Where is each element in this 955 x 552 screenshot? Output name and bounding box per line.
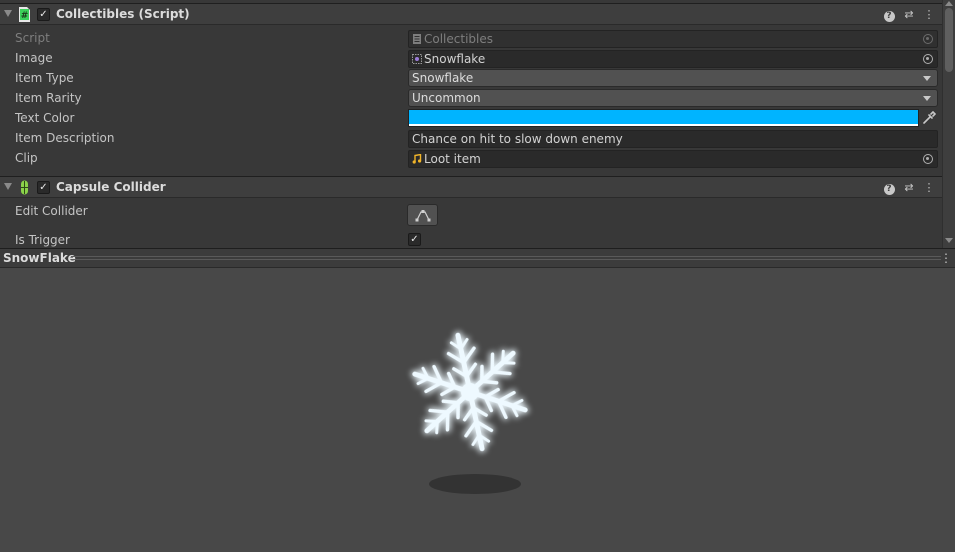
inspector-panel: # ✓ Collectibles (Script) ? ⇄ ⋮ Script C… [0, 0, 955, 248]
item-type-dropdown[interactable]: Snowflake [408, 69, 938, 87]
preset-icon[interactable]: ⇄ [902, 8, 916, 22]
object-picker-icon[interactable] [923, 154, 933, 164]
image-value: Snowflake [424, 52, 486, 66]
scroll-up-icon[interactable] [945, 1, 953, 6]
clip-value: Loot item [424, 152, 481, 166]
text-color-swatch[interactable] [408, 109, 919, 127]
image-label: Image [15, 51, 53, 65]
menu-dots-icon[interactable]: ⋮ [922, 8, 936, 22]
clip-label: Clip [15, 151, 38, 165]
capsule-collider-icon [21, 180, 28, 195]
edit-collider-button[interactable] [407, 204, 438, 226]
script-field: Collectibles [408, 30, 938, 48]
clip-field[interactable]: Loot item [408, 150, 938, 168]
preview-title: SnowFlake [3, 251, 76, 265]
object-picker-icon[interactable] [923, 54, 933, 64]
svg-text:#: # [21, 11, 29, 21]
fold-arrow-icon[interactable] [4, 10, 12, 17]
capsule-collider-title: Capsule Collider [56, 180, 166, 194]
capsule-collider-component-header[interactable]: ✓ Capsule Collider ? ⇄ ⋮ [0, 176, 942, 198]
capsule-collider-enabled-checkbox[interactable]: ✓ [37, 181, 50, 194]
item-type-label: Item Type [15, 71, 74, 85]
script-value: Collectibles [424, 32, 493, 46]
fold-arrow-icon[interactable] [4, 183, 12, 190]
edit-collider-icon [415, 210, 431, 222]
checkmark-icon: ✓ [39, 182, 48, 193]
item-rarity-dropdown[interactable]: Uncommon [408, 89, 938, 107]
item-description-label: Item Description [15, 131, 115, 145]
script-file-icon [413, 34, 421, 44]
image-field[interactable]: Snowflake [408, 50, 938, 68]
snowflake-preview-render [0, 268, 955, 494]
script-hash-icon: # [19, 7, 30, 22]
item-rarity-value: Uncommon [412, 91, 481, 105]
menu-dots-icon[interactable]: ⋮ [940, 251, 952, 265]
preview-header[interactable]: SnowFlake ⋮ [0, 248, 955, 268]
drag-handle[interactable] [71, 256, 941, 260]
chevron-down-icon [923, 76, 931, 81]
item-rarity-label: Item Rarity [15, 91, 82, 105]
help-icon[interactable]: ? [882, 181, 896, 195]
is-trigger-checkbox[interactable]: ✓ [408, 233, 421, 246]
scroll-down-icon[interactable] [945, 238, 953, 243]
menu-dots-icon[interactable]: ⋮ [922, 181, 936, 195]
checkmark-icon: ✓ [39, 9, 48, 20]
scrollbar-thumb[interactable] [945, 8, 953, 72]
inspector-scrollbar[interactable] [942, 0, 955, 248]
chevron-down-icon [923, 96, 931, 101]
collectibles-title: Collectibles (Script) [56, 7, 190, 21]
help-icon[interactable]: ? [882, 8, 896, 22]
drop-shadow [429, 474, 521, 494]
edit-collider-label: Edit Collider [15, 204, 88, 218]
script-label: Script [15, 31, 50, 45]
alpha-bar [409, 124, 918, 126]
object-picker-icon [923, 34, 933, 44]
checkmark-icon: ✓ [410, 234, 419, 245]
preset-icon[interactable]: ⇄ [902, 181, 916, 195]
item-type-value: Snowflake [412, 71, 474, 85]
audio-clip-icon [412, 154, 422, 164]
snowflake-icon [402, 323, 537, 460]
sprite-icon [412, 54, 422, 64]
is-trigger-label: Is Trigger [15, 233, 70, 247]
eyedropper-icon[interactable] [921, 111, 936, 125]
text-color-label: Text Color [15, 111, 75, 125]
collectibles-component-header[interactable]: # ✓ Collectibles (Script) ? ⇄ ⋮ [0, 3, 942, 25]
object-preview[interactable] [0, 268, 955, 552]
collectibles-enabled-checkbox[interactable]: ✓ [37, 8, 50, 21]
item-description-input[interactable]: Chance on hit to slow down enemy [408, 130, 938, 148]
